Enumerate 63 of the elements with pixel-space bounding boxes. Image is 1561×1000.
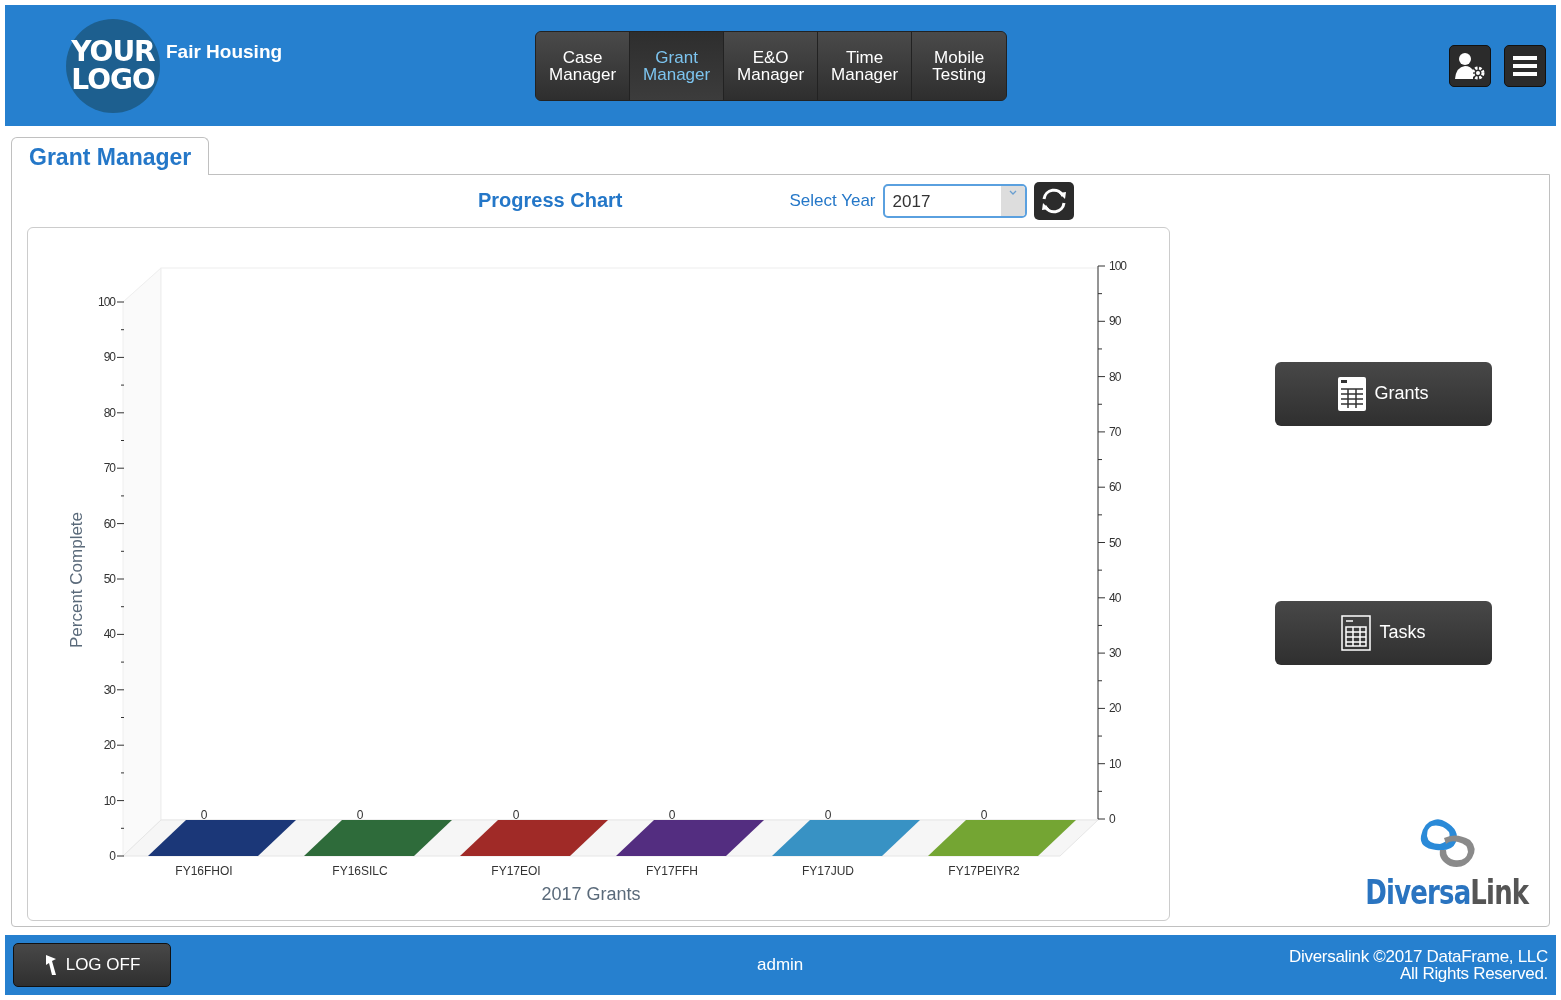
axis-tick-label: 0 <box>109 848 115 863</box>
axis-tick-label: 10 <box>1109 756 1121 771</box>
axis-tick-label: 20 <box>103 738 115 753</box>
copyright-text: Diversalink ©2017 DataFrame, LLC <box>1289 948 1548 966</box>
menu-icon <box>1513 54 1537 77</box>
app-name: Fair Housing <box>166 41 283 63</box>
category-label: FY17PEIYR2 <box>948 863 1020 878</box>
axis-tick-label: 30 <box>103 682 115 697</box>
user-name: admin <box>757 955 804 976</box>
axis-tick-label: 50 <box>1109 535 1121 550</box>
nav-tab[interactable]: Case Manager <box>536 31 631 100</box>
nav-tab[interactable]: E&O Manager <box>724 31 819 100</box>
chart-title: Progress Chart <box>478 189 623 213</box>
user-gear-icon <box>1454 50 1486 81</box>
data-label: 0 <box>824 807 832 822</box>
axis-tick-label: 100 <box>97 294 115 309</box>
axis-tick-label: 60 <box>1109 480 1121 495</box>
category-label: FY17FFH <box>646 863 698 878</box>
page-tab[interactable]: Grant Manager <box>11 136 210 175</box>
category-label: FY16SILC <box>332 863 388 878</box>
tasks-button[interactable]: Tasks <box>1275 600 1492 665</box>
axis-tick-label: 100 <box>1109 258 1127 273</box>
nav-tab[interactable]: Mobile Testing <box>912 31 1007 100</box>
y-axis-title: Percent Complete <box>67 511 86 648</box>
axis-tick-label: 80 <box>1109 369 1121 384</box>
year-label: Select Year <box>789 190 876 211</box>
year-select[interactable]: 2017 <box>882 183 1027 218</box>
refresh-button[interactable] <box>1033 181 1074 220</box>
axis-tick-label: 40 <box>103 627 115 642</box>
category-label: FY17EOI <box>491 863 541 878</box>
menu-button[interactable] <box>1504 44 1546 87</box>
axis-tick-label: 80 <box>103 405 115 420</box>
user-settings-button[interactable] <box>1449 44 1491 87</box>
axis-tick-label: 70 <box>1109 424 1121 439</box>
log-off-button[interactable]: LOG OFF <box>13 943 171 988</box>
category-label: FY17JUD <box>802 863 854 878</box>
nav-tab[interactable]: Time Manager <box>818 31 913 100</box>
axis-tick-label: 70 <box>103 461 115 476</box>
data-label: 0 <box>200 807 208 822</box>
data-label: 0 <box>668 807 676 822</box>
logo: YOUR LOGO <box>66 18 160 113</box>
axis-tick-label: 30 <box>1109 645 1121 660</box>
axis-tick-label: 0 <box>1109 811 1115 826</box>
arrow-icon <box>43 955 58 976</box>
axis-tick-label: 40 <box>1109 590 1121 605</box>
brand-logo: DiversaLink <box>1365 872 1529 913</box>
axis-tick-label: 50 <box>103 571 115 586</box>
x-axis-title: 2017 Grants <box>541 883 641 904</box>
axis-tick-label: 10 <box>103 793 115 808</box>
data-label: 0 <box>512 807 520 822</box>
axis-tick-label: 90 <box>1109 314 1121 329</box>
axis-tick-label: 90 <box>103 350 115 365</box>
chevron-down-icon <box>1008 189 1017 196</box>
nav-tab[interactable]: Grant Manager <box>630 31 725 100</box>
copyright-text: All Rights Reserved. <box>1399 965 1548 983</box>
grants-button[interactable]: Grants <box>1275 361 1492 426</box>
spreadsheet-icon <box>1341 614 1372 651</box>
axis-tick-label: 20 <box>1109 701 1121 716</box>
category-label: FY16FHOI <box>175 863 233 878</box>
data-label: 0 <box>980 807 988 822</box>
data-label: 0 <box>356 807 364 822</box>
spreadsheet-icon <box>1338 376 1367 411</box>
axis-tick-label: 60 <box>103 516 115 531</box>
